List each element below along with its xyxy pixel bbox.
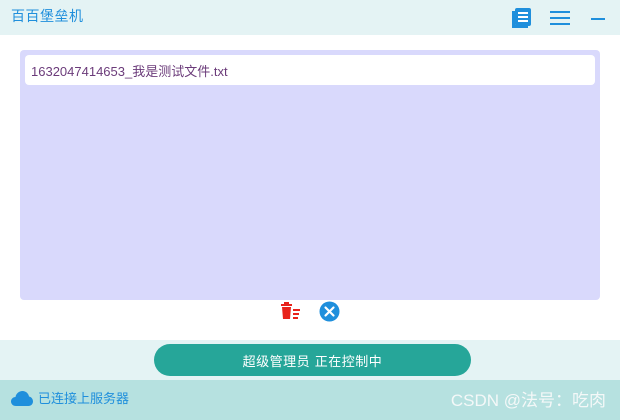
- menu-button[interactable]: [548, 6, 572, 30]
- app-title: 百百堡垒机: [11, 9, 84, 25]
- connection-status: 已连接上服务器: [38, 392, 130, 407]
- control-status-button[interactable]: 超级管理员 正在控制中: [154, 344, 471, 376]
- close-button[interactable]: [318, 301, 340, 326]
- control-band: 超级管理员 正在控制中: [0, 340, 620, 380]
- close-circle-icon: [319, 301, 340, 326]
- document-list-icon: [511, 7, 533, 29]
- document-list-button[interactable]: [510, 6, 534, 30]
- control-status-label: 超级管理员 正在控制中: [242, 354, 383, 370]
- minimize-icon: [590, 10, 606, 26]
- app-window: 百百堡垒机 1632047414653_我是测试文件.txt 超级管理员 正在控…: [0, 0, 620, 420]
- file-list-item[interactable]: 1632047414653_我是测试文件.txt: [25, 55, 595, 85]
- file-list[interactable]: 1632047414653_我是测试文件.txt: [20, 50, 600, 300]
- minimize-button[interactable]: [586, 6, 610, 30]
- title-bar[interactable]: 百百堡垒机: [0, 0, 620, 35]
- watermark: CSDN @法号：吃肉: [450, 391, 606, 410]
- clear-list-icon: [279, 301, 301, 325]
- file-name: 1632047414653_我是测试文件.txt: [31, 63, 228, 79]
- cloud-icon: [10, 389, 34, 409]
- clear-list-button[interactable]: [279, 302, 301, 324]
- menu-icon: [550, 10, 570, 26]
- status-bar: 已连接上服务器 CSDN @法号：吃肉: [0, 380, 620, 420]
